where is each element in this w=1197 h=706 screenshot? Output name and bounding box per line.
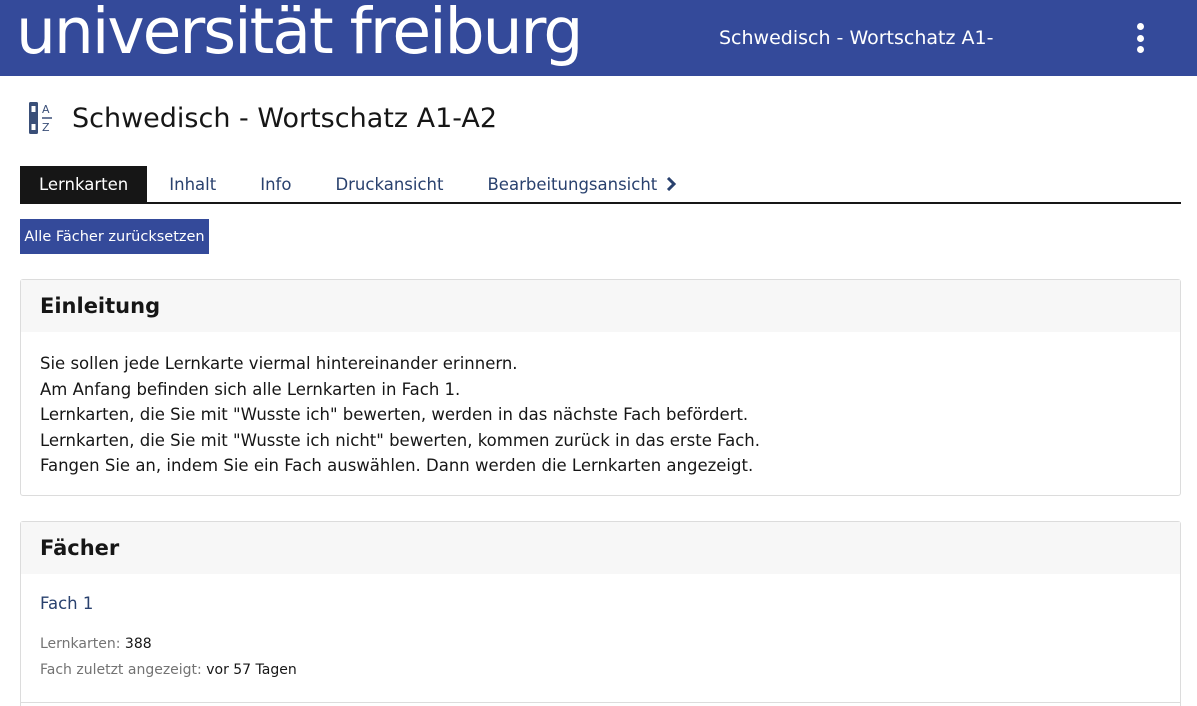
tab-label: Druckansicht: [335, 174, 444, 194]
intro-line: Fangen Sie an, indem Sie ein Fach auswäh…: [40, 456, 754, 475]
tab-druckansicht[interactable]: Druckansicht: [313, 166, 465, 202]
intro-line: Lernkarten, die Sie mit "Wusste ich nich…: [40, 430, 760, 450]
tab-bearbeitungsansicht[interactable]: Bearbeitungsansicht: [465, 166, 699, 202]
card-count-label: Lernkarten:: [40, 636, 121, 652]
chevron-right-icon: [667, 177, 677, 191]
intro-heading: Einleitung: [40, 294, 161, 318]
tab-bar: Lernkarten Inhalt Info Druckansicht Bear…: [20, 166, 1181, 204]
box-item: Fach 1 Lernkarten: 388 Fach zuletzt ange…: [21, 594, 1180, 683]
svg-text:A: A: [42, 103, 50, 116]
intro-line: Am Anfang befinden sich alle Lernkarten …: [40, 379, 461, 399]
intro-line: Sie sollen jede Lernkarte viermal hinter…: [40, 354, 518, 373]
page-title: Schwedisch - Wortschatz A1-A2: [72, 102, 498, 134]
boxes-heading: Fächer: [40, 536, 120, 560]
tab-label: Lernkarten: [39, 174, 129, 194]
box-divider: [21, 702, 1180, 703]
menu-dot: [1136, 23, 1144, 30]
last-shown-value: vor 57 Tagen: [206, 662, 297, 678]
tab-info[interactable]: Info: [238, 166, 313, 202]
top-bar: universität freiburg Schwedisch - Wortsc…: [0, 0, 1197, 76]
box-meta: Lernkarten: 388 Fach zuletzt angezeigt: …: [40, 631, 1180, 683]
last-shown-label: Fach zuletzt angezeigt:: [40, 662, 202, 678]
kebab-menu-icon[interactable]: [1128, 20, 1152, 56]
page-heading: A Z Schwedisch - Wortschatz A1-A2: [28, 98, 497, 138]
tab-lernkarten[interactable]: Lernkarten: [20, 166, 148, 202]
reset-all-boxes-button[interactable]: Alle Fächer zurücksetzen: [20, 219, 209, 254]
svg-text:Z: Z: [42, 121, 50, 134]
tab-inhalt[interactable]: Inhalt: [147, 166, 238, 202]
intro-card-header: Einleitung: [21, 280, 1180, 332]
tab-label: Inhalt: [169, 174, 217, 194]
intro-card: Einleitung Sie sollen jede Lernkarte vie…: [20, 279, 1181, 496]
card-count-line: Lernkarten: 388: [40, 631, 1180, 657]
box-link-fach-1[interactable]: Fach 1: [40, 594, 1180, 613]
menu-dot: [1136, 34, 1144, 42]
card-count-value: 388: [124, 636, 152, 652]
tab-label: Info: [260, 174, 292, 194]
boxes-card-header: Fächer: [21, 522, 1180, 574]
intro-text: Sie sollen jede Lernkarte viermal hinter…: [21, 332, 1180, 479]
last-shown-line: Fach zuletzt angezeigt: vor 57 Tagen: [40, 657, 1180, 683]
university-logo[interactable]: universität freiburg: [16, 0, 583, 70]
tab-label: Bearbeitungsansicht: [487, 174, 658, 194]
flashcards-az-icon: A Z: [29, 102, 52, 134]
menu-dot: [1136, 46, 1144, 53]
intro-line: Lernkarten, die Sie mit "Wusste ich" bew…: [40, 405, 749, 424]
boxes-card: Fächer Fach 1 Lernkarten: 388 Fach zulet…: [20, 521, 1181, 706]
header-title: Schwedisch - Wortschatz A1-: [719, 27, 994, 49]
